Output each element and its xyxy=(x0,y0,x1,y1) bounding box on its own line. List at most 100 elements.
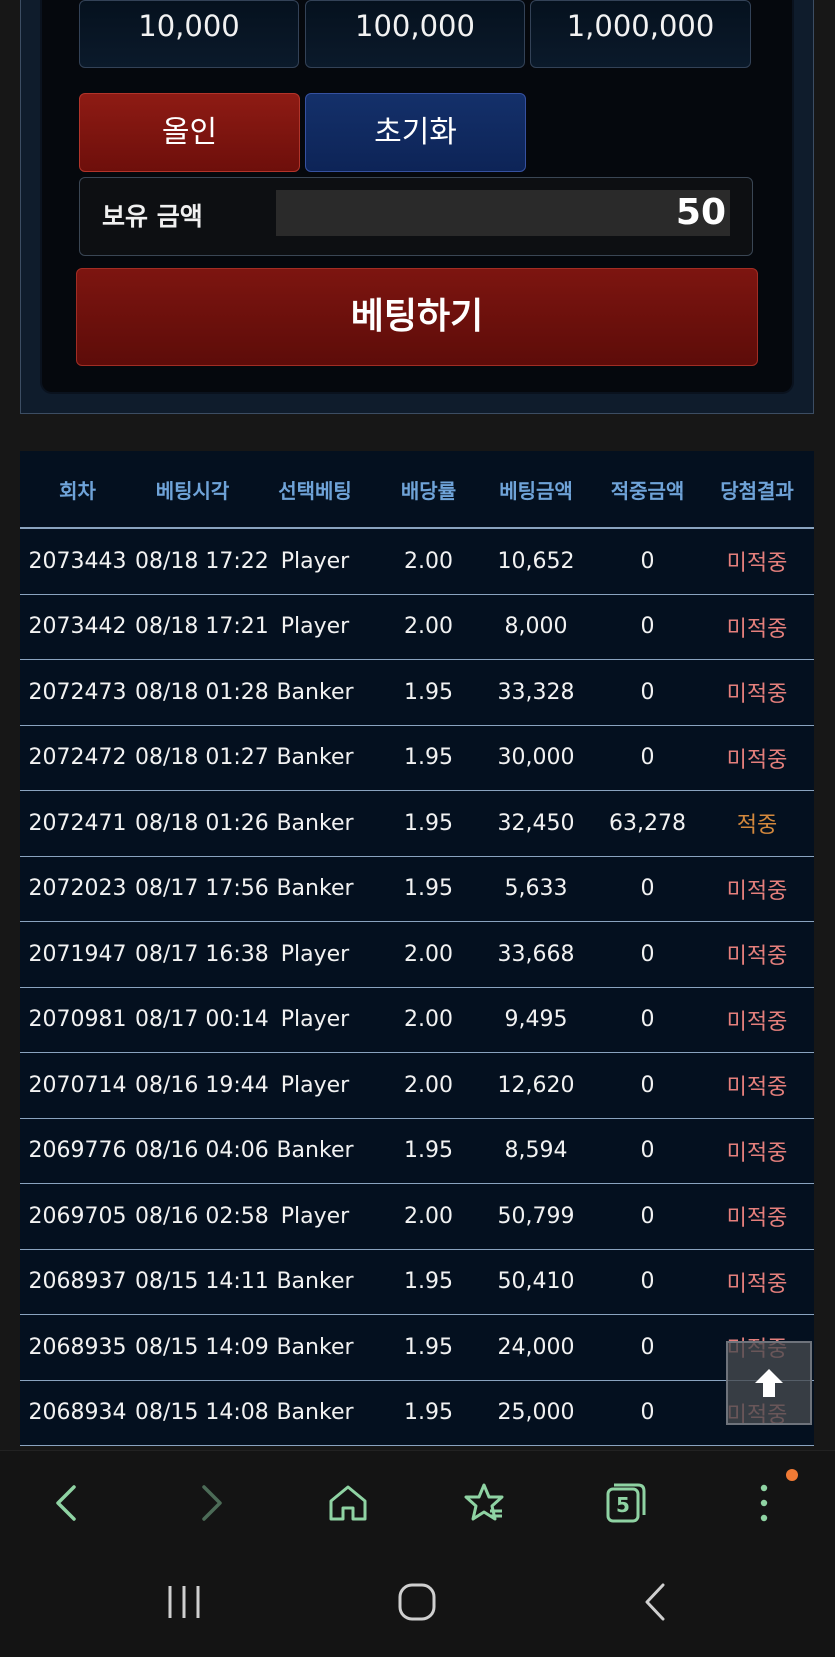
cell-round: 2072023 xyxy=(28,876,127,902)
table-row: 206893508/15 14:09Banker1.9524,0000미적중 xyxy=(20,1315,814,1381)
table-row: 206893408/15 14:08Banker1.9525,0000미적중 xyxy=(20,1381,814,1446)
cell-selection: Banker xyxy=(276,1334,354,1360)
cell-bet-amount: 10,652 xyxy=(497,548,575,574)
cell-result: 미적중 xyxy=(726,1140,788,1166)
home-icon[interactable] xyxy=(326,1481,370,1525)
cell-win-amount: 0 xyxy=(640,1203,655,1229)
cell-bet-time: 08/15 14:09 xyxy=(135,1334,269,1360)
cell-bet-amount: 50,799 xyxy=(497,1203,575,1229)
cell-bet-time: 08/18 01:27 xyxy=(135,745,269,771)
cell-odds: 1.95 xyxy=(404,679,453,705)
cell-bet-amount: 30,000 xyxy=(497,745,575,771)
balance-value: 50 xyxy=(276,190,730,236)
header-odds: 배당률 xyxy=(400,478,457,503)
reset-button[interactable]: 초기화 xyxy=(305,93,526,172)
browser-toolbar: 5 xyxy=(0,1450,835,1550)
menu-icon[interactable] xyxy=(742,1481,786,1525)
page: 10,000 100,000 1,000,000 올인 초기화 보유 금액 50… xyxy=(0,0,835,1657)
cell-round: 2069776 xyxy=(28,1138,127,1164)
recent-apps-icon[interactable] xyxy=(164,1580,204,1624)
all-in-button[interactable]: 올인 xyxy=(79,93,300,172)
tab-count: 5 xyxy=(616,1493,630,1517)
cell-bet-time: 08/17 00:14 xyxy=(135,1007,269,1033)
home-nav-icon[interactable] xyxy=(397,1580,437,1624)
cell-result: 미적중 xyxy=(726,1206,788,1232)
cell-win-amount: 0 xyxy=(640,1138,655,1164)
cell-odds: 1.95 xyxy=(404,876,453,902)
cell-bet-time: 08/17 16:38 xyxy=(135,941,269,967)
table-row: 2073443 08/18 17:22 Player 2.00 10,652 0 미적중 xyxy=(20,529,814,595)
cell-win-amount: 0 xyxy=(640,1400,655,1426)
cell-win-amount: 0 xyxy=(640,876,655,902)
cell-odds: 1.95 xyxy=(404,1400,453,1426)
chip-button-1000000[interactable]: 1,000,000 xyxy=(530,0,751,68)
system-navigation-bar xyxy=(0,1550,835,1657)
back-nav-icon[interactable] xyxy=(636,1580,676,1624)
cell-result: 미적중 xyxy=(726,944,788,970)
cell-bet-time: 08/15 14:08 xyxy=(135,1400,269,1426)
bookmarks-icon[interactable] xyxy=(462,1481,506,1525)
cell-bet-amount: 32,450 xyxy=(497,810,575,836)
table-row: 2072473 08/18 01:28 Banker 1.95 33,328 0 미적중 xyxy=(20,660,814,726)
header-bet-time: 베팅시각 xyxy=(155,478,230,503)
table-row: 2072023 08/17 17:56 Banker 1.95 5,633 0 미적중 xyxy=(20,857,814,922)
cell-selection: Banker xyxy=(276,1138,354,1164)
cell-odds: 1.95 xyxy=(404,1138,453,1164)
cell-round: 2071947 xyxy=(28,941,127,967)
cell-result: 미적중 xyxy=(726,682,788,708)
scroll-to-top-button[interactable] xyxy=(726,1341,812,1425)
cell-selection: Player xyxy=(280,1203,350,1229)
tabs-icon[interactable]: 5 xyxy=(604,1481,648,1525)
cell-bet-amount: 8,594 xyxy=(504,1138,568,1164)
place-bet-button[interactable]: 베팅하기 xyxy=(76,268,758,366)
cell-bet-amount: 9,495 xyxy=(504,1007,568,1033)
cell-round: 2073443 xyxy=(28,548,127,574)
table-row: 2069705 08/16 02:58 Player 2.00 50,799 0 미적중 xyxy=(20,1184,814,1250)
cell-bet-time: 08/18 17:22 xyxy=(135,548,269,574)
forward-icon[interactable] xyxy=(188,1481,232,1525)
cell-round: 2073442 xyxy=(28,614,127,640)
table-row: 2072472 08/18 01:27 Banker 1.95 30,000 0 미적중 xyxy=(20,726,814,791)
chip-button-100000[interactable]: 100,000 xyxy=(305,0,525,68)
cell-selection: Player xyxy=(280,1007,350,1033)
cell-round: 2068935 xyxy=(28,1334,127,1360)
cell-result: 미적중 xyxy=(726,878,788,904)
cell-bet-time: 08/15 14:11 xyxy=(135,1269,269,1295)
cell-win-amount: 0 xyxy=(640,941,655,967)
cell-win-amount: 0 xyxy=(640,1072,655,1098)
header-result: 당첨결과 xyxy=(720,478,794,503)
cell-selection: Banker xyxy=(276,876,354,902)
cell-selection: Player xyxy=(280,614,350,640)
cell-win-amount: 0 xyxy=(640,614,655,640)
cell-selection: Banker xyxy=(276,1400,354,1426)
cell-round: 2072471 xyxy=(28,810,127,836)
balance-label: 보유 금액 xyxy=(102,202,203,231)
cell-round: 2070981 xyxy=(28,1007,127,1033)
cell-bet-time: 08/16 04:06 xyxy=(135,1138,269,1164)
table-row: 2071947 08/17 16:38 Player 2.00 33,668 0 미적중 xyxy=(20,922,814,988)
cell-selection: Banker xyxy=(276,745,354,771)
cell-odds: 1.95 xyxy=(404,1334,453,1360)
cell-win-amount: 63,278 xyxy=(609,810,686,836)
back-icon[interactable] xyxy=(46,1481,90,1525)
cell-result: 미적중 xyxy=(726,1009,788,1035)
chip-button-10000[interactable]: 10,000 xyxy=(79,0,299,68)
table-row: 2072471 08/18 01:26 Banker 1.95 32,450 63,278… xyxy=(20,791,814,857)
table-row: 2070714 08/16 19:44 Player 2.00 12,620 0 미적중 xyxy=(20,1053,814,1119)
cell-bet-amount: 25,000 xyxy=(497,1400,575,1426)
cell-odds: 1.95 xyxy=(404,745,453,771)
cell-round: 2068937 xyxy=(28,1269,127,1295)
cell-bet-amount: 8,000 xyxy=(504,614,568,640)
cell-odds: 2.00 xyxy=(404,614,453,640)
cell-result: 미적중 xyxy=(726,616,788,642)
header-round: 회차 xyxy=(59,478,96,503)
cell-odds: 2.00 xyxy=(404,941,453,967)
cell-round: 2072472 xyxy=(28,745,127,771)
header-bet-amount: 베팅금액 xyxy=(499,478,573,503)
cell-selection: Banker xyxy=(276,1269,354,1295)
cell-bet-amount: 33,668 xyxy=(497,941,575,967)
cell-result: 미적중 xyxy=(726,1075,788,1101)
cell-win-amount: 0 xyxy=(640,1269,655,1295)
cell-selection: Player xyxy=(280,1072,350,1098)
cell-bet-amount: 24,000 xyxy=(497,1334,575,1360)
